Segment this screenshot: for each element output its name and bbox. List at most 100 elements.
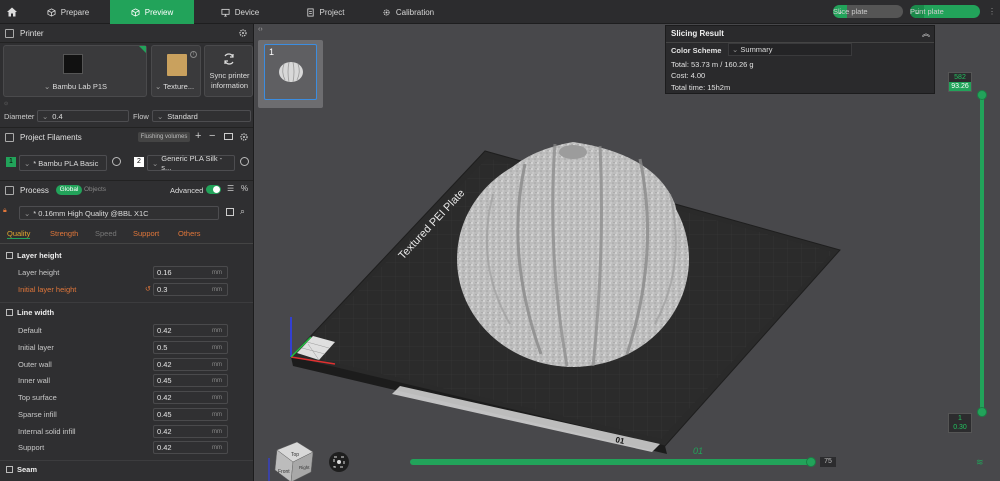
tab-support[interactable]: Support (133, 229, 159, 238)
search-icon[interactable]: ⌕ (240, 206, 245, 217)
window-menu-icon[interactable]: ⋮ (988, 7, 998, 17)
plate-number: 1 (269, 47, 275, 57)
compare-icon[interactable]: % (241, 184, 248, 193)
reset-icon[interactable]: ↺ (145, 285, 151, 293)
printer-card[interactable]: ⌄ Bambu Lab P1S (3, 45, 147, 97)
diameter-select[interactable]: ⌄ 0.4 (37, 110, 129, 122)
bottom-layer-handle[interactable] (977, 407, 987, 417)
move-number: 75 (820, 457, 836, 467)
move-slider-handle[interactable] (806, 457, 816, 467)
print-plate-button[interactable]: ⌄ Print plate (910, 5, 980, 18)
initial-layer-height-input[interactable]: 0.3 mm (153, 283, 228, 296)
filament-1-edit-icon[interactable] (112, 157, 121, 166)
info-icon[interactable]: i (190, 51, 197, 58)
cube-icon (47, 7, 56, 17)
flow-select[interactable]: ⌄ Standard (152, 110, 251, 122)
printer-icon (5, 28, 14, 38)
plate-thumbnail[interactable]: 1 (258, 40, 323, 108)
printer-name: Bambu Lab P1S (52, 82, 108, 91)
filaments-section-header: Project Filaments (0, 128, 253, 146)
line-width-support-input[interactable]: 0.42 mm (153, 441, 228, 454)
advanced-switch[interactable] (206, 185, 221, 194)
collapse-icon[interactable]: ︽ (922, 28, 930, 39)
line-width-icon (6, 309, 13, 316)
tab-device[interactable]: Device (210, 0, 270, 24)
sync-printer-button[interactable]: Sync printer information (204, 45, 253, 97)
top-layer-readout: 582 93.26 (948, 72, 972, 92)
remove-filament-icon[interactable]: − (209, 130, 215, 142)
filament-2-select[interactable]: ⌄ Generic PLA Silk - s... (147, 154, 235, 172)
color-scheme-select[interactable]: ⌄ Summary (728, 43, 852, 56)
process-preset-select[interactable]: ⌄ * 0.16mm High Quality @BBL X1C (19, 206, 219, 220)
layer-slider-track[interactable] (980, 95, 984, 412)
ams-sync-icon[interactable] (224, 133, 233, 140)
home-icon (7, 7, 17, 17)
filament-1-color-swatch[interactable]: 1 (6, 157, 16, 167)
plate-name: Texture... (163, 82, 195, 91)
plate-card[interactable]: i ⌄ Texture... (151, 45, 201, 97)
monitor-icon (221, 8, 230, 17)
top-toolbar: Prepare Preview Device Project Calibrati… (0, 0, 1000, 24)
gear-icon[interactable] (239, 132, 249, 142)
line-width-sparse-infill-input[interactable]: 0.45 mm (153, 408, 228, 421)
move-slider-track[interactable] (410, 459, 812, 465)
svg-text:01: 01 (693, 446, 703, 456)
selected-corner-icon (139, 46, 146, 53)
lock-icon: 🔒︎ (3, 207, 7, 214)
chevron-down-icon: ⌄ (44, 82, 51, 91)
tab-calibration[interactable]: Calibration (372, 0, 444, 24)
save-preset-icon[interactable] (226, 208, 234, 216)
textured-plate-thumbnail (167, 54, 187, 76)
slice-plate-button[interactable]: ⌄ Slice plate (833, 5, 903, 18)
printer-section-header: Printer (0, 24, 253, 42)
line-width-default-input[interactable]: 0.42 mm (153, 324, 228, 337)
gear-icon (383, 8, 390, 16)
line-width-internal-solid-infill-input[interactable]: 0.42 mm (153, 425, 228, 438)
filament-2-color-swatch[interactable]: 2 (134, 157, 144, 167)
home-button[interactable] (2, 2, 22, 22)
printer-thumbnail (63, 54, 83, 74)
line-width-top-surface-input[interactable]: 0.42 mm (153, 391, 228, 404)
line-width-inner-wall-input[interactable]: 0.45 mm (153, 374, 228, 387)
collapse-panel-icon[interactable]: ‹› (258, 26, 263, 33)
settings-gear-icon[interactable] (238, 28, 248, 38)
pumpkin-thumbnail-icon (279, 61, 303, 83)
tab-strength[interactable]: Strength (50, 229, 78, 238)
process-icon (5, 185, 14, 195)
tab-speed[interactable]: Speed (95, 229, 117, 238)
layer-height-input[interactable]: 0.16 mm (153, 266, 228, 279)
tab-project[interactable]: Project (295, 0, 355, 24)
nozzle-icon: ⊙ (4, 101, 9, 107)
list-icon[interactable]: ☰ (227, 184, 234, 193)
tab-prepare[interactable]: Prepare (30, 0, 106, 24)
svg-text:Front: Front (278, 469, 290, 475)
top-layer-handle[interactable] (977, 90, 987, 100)
line-width-outer-wall-input[interactable]: 0.42 mm (153, 358, 228, 371)
tab-preview[interactable]: Preview (110, 0, 194, 24)
objects-toggle[interactable]: Objects (84, 185, 106, 195)
line-width-initial-layer-input[interactable]: 0.5 mm (153, 341, 228, 354)
left-settings-panel: Printer ⌄ Bambu Lab P1S i ⌄ Texture... S… (0, 24, 254, 481)
sync-icon (224, 53, 234, 65)
chevron-down-icon: ⌄ (155, 82, 162, 91)
tab-others[interactable]: Others (178, 229, 201, 238)
layers-icon[interactable]: ≋ (976, 457, 984, 468)
filament-2-edit-icon[interactable] (240, 157, 249, 166)
tab-quality[interactable]: Quality (7, 229, 31, 239)
layer-height-group-title: Layer height (6, 251, 62, 260)
filament-1-select[interactable]: ⌄ * Bambu PLA Basic (19, 155, 107, 171)
global-toggle[interactable]: Global (56, 185, 82, 195)
seam-group-title: Seam (6, 465, 37, 474)
seam-icon (6, 466, 13, 473)
plate-thumbnail-selected[interactable]: 1 (264, 44, 317, 100)
add-filament-icon[interactable]: + (195, 130, 201, 142)
filament-icon (5, 132, 14, 142)
cube-outline-icon (131, 7, 140, 17)
layer-height-icon (6, 252, 13, 259)
svg-text:Top: Top (291, 452, 299, 458)
flushing-volumes-button[interactable]: Flushing volumes (138, 132, 190, 142)
fit-view-icon (329, 452, 349, 472)
view-cube: Top Front Right (268, 441, 314, 481)
process-tabs: Quality Strength Speed Support Others (0, 228, 253, 242)
svg-text:Right: Right (299, 465, 310, 470)
